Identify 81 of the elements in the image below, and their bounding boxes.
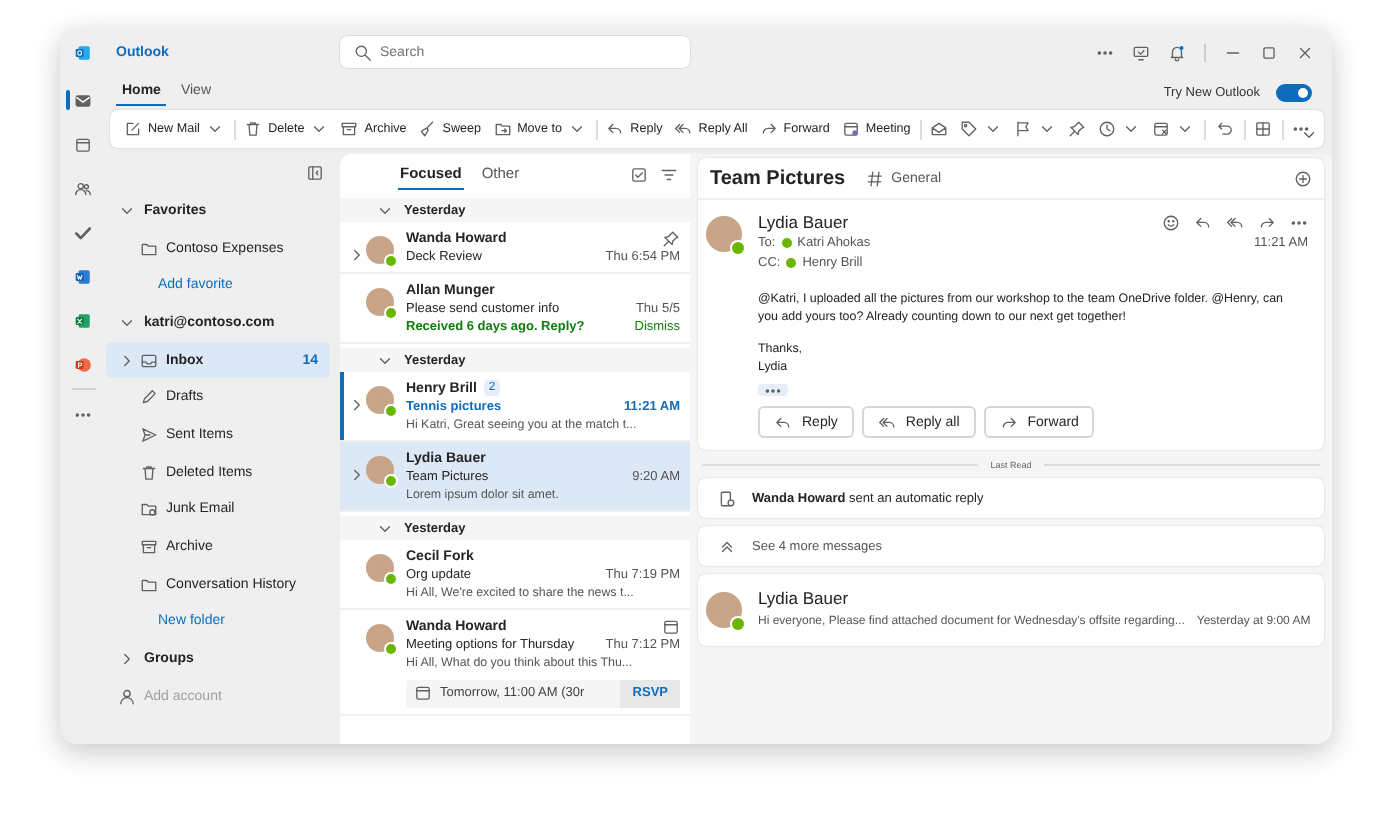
spreadsheet-app-icon [74, 311, 92, 329]
chevron-icon [118, 650, 136, 669]
calendar-icon [74, 135, 92, 153]
pin-icon [662, 229, 680, 247]
caret-icon [1038, 120, 1057, 138]
caret-icon [567, 120, 586, 138]
flag-icon [1014, 120, 1033, 138]
presentation-app-icon [74, 355, 92, 373]
envelope-open-icon [930, 120, 949, 138]
calendar-x-icon [1152, 120, 1171, 138]
reply-icon [1194, 213, 1212, 231]
pencil-icon [140, 388, 158, 407]
search-icon [354, 44, 372, 62]
app-logo-icon [74, 43, 92, 61]
undo-icon [1215, 120, 1234, 138]
avatar [366, 455, 394, 483]
bell-icon [1168, 43, 1186, 61]
trash-icon [140, 463, 158, 482]
folder-icon [140, 575, 158, 594]
caret-icon [984, 120, 1003, 138]
tag-icon [960, 120, 979, 138]
compose-icon [124, 120, 142, 138]
chevron-icon [348, 245, 366, 263]
avatar [366, 287, 394, 315]
folder-move-icon [493, 120, 512, 138]
maximize-icon [1260, 43, 1278, 61]
avatar [366, 623, 394, 651]
collapse-pane-icon [306, 164, 324, 182]
reply-all-icon [877, 413, 896, 431]
reply-icon [606, 120, 625, 138]
document-app-icon [74, 267, 92, 285]
archive-box-icon [340, 120, 359, 138]
chevron-down-icon [1300, 126, 1318, 144]
chevron-icon [348, 465, 366, 483]
avatar [366, 235, 394, 263]
emoji-icon [1162, 213, 1180, 231]
caret-icon [310, 120, 329, 138]
junk-folder-icon [140, 500, 158, 519]
filter-icon [660, 165, 678, 183]
calendar-icon [414, 684, 432, 702]
channel-icon [865, 169, 884, 187]
forward-icon [999, 413, 1018, 431]
avatar [366, 553, 394, 581]
folder-icon [140, 239, 158, 258]
broom-icon [418, 120, 437, 138]
reply-all-icon [674, 120, 693, 138]
sender-name: Lydia Bauer [758, 212, 849, 232]
archive-box-icon [140, 538, 158, 557]
calendar-icon [662, 617, 680, 635]
presenter-icon [1132, 43, 1150, 61]
avatar [366, 385, 394, 413]
todo-icon [74, 223, 92, 241]
reply-icon [774, 413, 792, 431]
clock-icon [1098, 120, 1117, 138]
send-icon [140, 425, 158, 444]
select-all-icon [630, 165, 648, 183]
add-person-icon [118, 687, 136, 706]
mail-icon [74, 91, 92, 109]
caret-icon [205, 120, 224, 138]
sender-name: Lydia Bauer [758, 588, 849, 608]
conversation-title: Team Pictures [710, 167, 846, 189]
chevron-icon [348, 395, 366, 413]
caret-icon [1176, 120, 1195, 138]
trash-icon [244, 120, 263, 138]
chevron-up-icon [718, 537, 736, 555]
show-more-button[interactable] [758, 384, 788, 396]
avatar [706, 216, 742, 252]
caret-icon [1122, 120, 1141, 138]
toggle-switch[interactable] [1276, 83, 1312, 101]
auto-reply-icon [718, 489, 736, 507]
calendar-icon [841, 120, 860, 138]
grid-icon [1253, 120, 1272, 138]
pin-icon [1068, 120, 1087, 138]
forward-icon [1258, 213, 1276, 231]
inbox-icon [140, 351, 158, 370]
forward-icon [759, 120, 778, 138]
close-icon [1296, 43, 1314, 61]
people-icon [74, 179, 92, 197]
reply-all-icon [1226, 213, 1244, 231]
add-icon [1294, 169, 1312, 187]
avatar [706, 592, 742, 628]
